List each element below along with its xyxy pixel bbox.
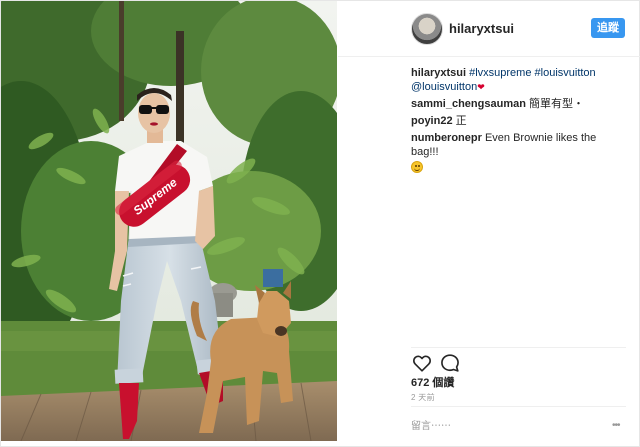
comment-username[interactable]: sammi_chengsauman xyxy=(411,98,526,110)
heart-icon[interactable] xyxy=(411,352,433,374)
hashtag-link[interactable]: #louisvuitton xyxy=(535,67,596,79)
comment-item: numberonepr Even Brownie likes the bag!!… xyxy=(411,131,626,175)
caption-username[interactable]: hilaryxtsui xyxy=(411,67,466,79)
comment-item: sammi_chengsauman 簡單有型・ xyxy=(411,97,626,111)
instagram-post: Supreme hilaryxtsui 追蹤 hilaryxtsui #lvxs… xyxy=(0,0,640,447)
like-count[interactable]: 672 個讚 xyxy=(411,374,454,390)
comment-input[interactable] xyxy=(411,418,611,434)
comment-username[interactable]: numberonepr xyxy=(411,132,482,144)
comment-username[interactable]: poyin22 xyxy=(411,115,453,127)
post-timestamp[interactable]: 2 天前 xyxy=(411,392,435,403)
smiley-emoji-icon xyxy=(411,161,423,173)
avatar[interactable] xyxy=(411,13,443,45)
heart-emoji-icon: ❤ xyxy=(477,82,485,92)
post-header: hilaryxtsui 追蹤 xyxy=(338,1,640,57)
post-photo[interactable]: Supreme xyxy=(1,1,337,441)
post-sidebar: hilaryxtsui 追蹤 hilaryxtsui #lvxsupreme #… xyxy=(338,1,640,446)
comments-list: hilaryxtsui #lvxsupreme #louisvuitton @l… xyxy=(411,66,626,178)
follow-button[interactable]: 追蹤 xyxy=(591,18,625,38)
comment-text: 簡單有型・ xyxy=(529,98,584,110)
header-username[interactable]: hilaryxtsui xyxy=(449,21,514,36)
hashtag-link[interactable]: #lvxsupreme xyxy=(469,67,531,79)
comment-bubble-icon[interactable] xyxy=(439,352,461,374)
comment-item: poyin22 正 xyxy=(411,114,626,128)
comment-box: ••• xyxy=(411,406,626,445)
caption: hilaryxtsui #lvxsupreme #louisvuitton @l… xyxy=(411,66,626,94)
more-dots-icon[interactable]: ••• xyxy=(612,420,620,431)
mention-link[interactable]: @louisvuitton xyxy=(411,81,477,93)
comment-text: 正 xyxy=(455,115,467,127)
photo-illustration: Supreme xyxy=(1,1,337,441)
